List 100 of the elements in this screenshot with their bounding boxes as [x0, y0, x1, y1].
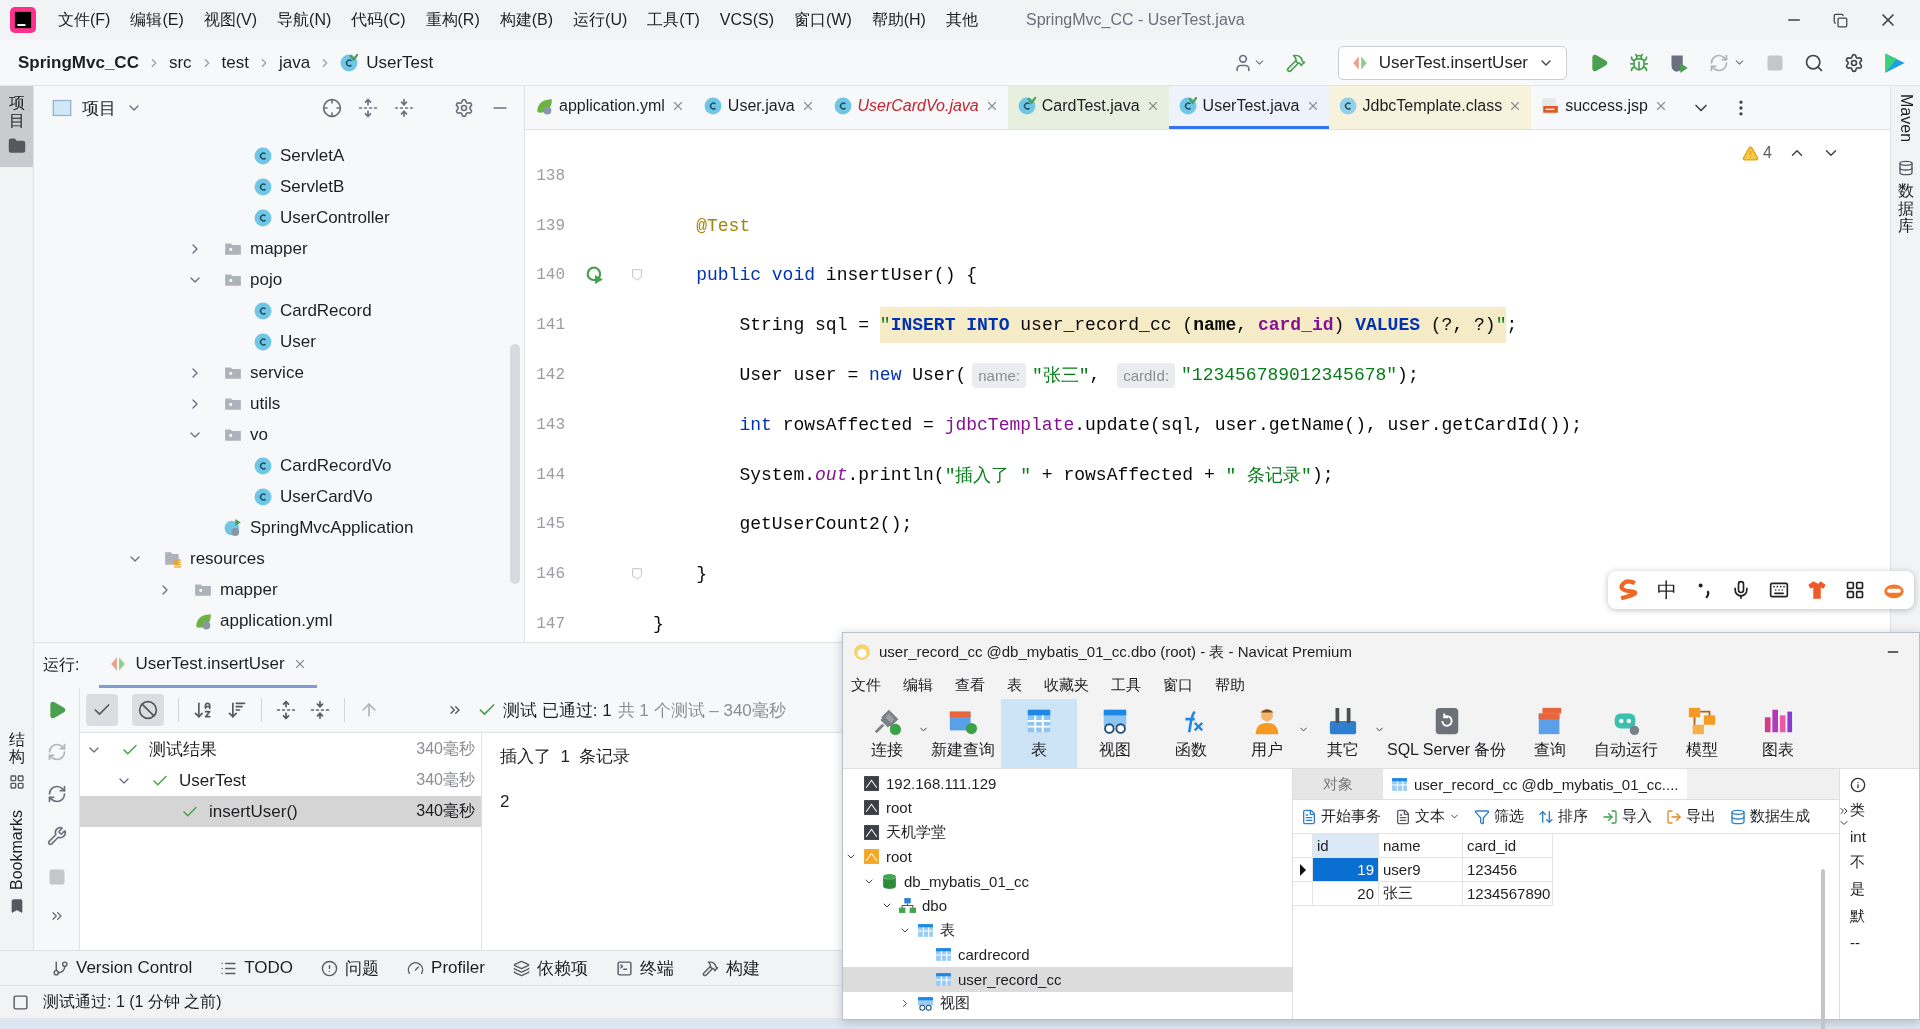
toolbar-button[interactable]: 新建查询 [925, 699, 1001, 768]
menu-item[interactable]: 表 [1001, 675, 1038, 695]
tree-item[interactable]: utils [250, 393, 281, 414]
table-tool-button[interactable]: 导出 [1666, 807, 1716, 826]
table-tool-button[interactable]: 筛选 [1474, 807, 1524, 826]
tree-item[interactable]: ServletA [280, 145, 345, 166]
menu-item[interactable]: 帮助 [1209, 675, 1261, 695]
tree-row[interactable]: 表 [843, 918, 1292, 943]
show-ignored-button[interactable] [132, 694, 164, 726]
tree-row[interactable]: user_record_cc [843, 967, 1292, 992]
tool-tab[interactable]: 依赖项 [512, 956, 588, 980]
tree-item[interactable]: root [886, 848, 912, 866]
panel-title[interactable]: 项目 [82, 96, 116, 120]
tool-window-button[interactable]: Bookmarks [0, 801, 33, 926]
tool-window-button[interactable]: 项目 [0, 86, 33, 168]
toolbar-button[interactable]: 视图 [1077, 699, 1153, 768]
menu-item[interactable]: 运行(U) [563, 9, 638, 31]
test-row[interactable]: insertUser() 340毫秒 [80, 796, 481, 827]
tree-row[interactable]: db_mybatis_01_cc [843, 869, 1292, 894]
tree-item[interactable]: 视图 [940, 994, 970, 1014]
tree-item[interactable]: 表 [940, 920, 955, 940]
menu-item[interactable]: 文件 [845, 675, 897, 695]
tree-item[interactable]: pojo [250, 269, 283, 290]
object-tab[interactable]: user_record_cc @db_mybatis_01_cc.... [1383, 769, 1687, 799]
tool-window-button[interactable]: 数据库 [1897, 160, 1914, 235]
tool-tab[interactable]: TODO [220, 958, 294, 978]
tree-item[interactable]: CardRecordVo [280, 455, 392, 476]
settings-icon[interactable] [454, 98, 474, 118]
keyboard-icon[interactable] [1769, 580, 1789, 600]
menu-item[interactable]: VCS(S) [709, 11, 784, 29]
tree-item[interactable]: UserController [280, 207, 390, 228]
menu-item[interactable]: 收藏夹 [1038, 675, 1105, 695]
toolbar-button[interactable]: 图表 [1740, 699, 1817, 768]
tool-tab[interactable]: 终端 [615, 956, 674, 980]
object-tab[interactable]: 对象 [1293, 769, 1383, 799]
test-row[interactable]: 测试结果 340毫秒 [80, 734, 481, 765]
tool-tab[interactable]: Version Control [52, 958, 193, 978]
column-header[interactable]: id [1313, 834, 1379, 858]
show-passed-button[interactable] [86, 694, 118, 726]
table-tool-button[interactable]: 开始事务 [1301, 807, 1381, 826]
locate-icon[interactable] [322, 98, 342, 118]
tree-row[interactable]: 192.168.111.129 [843, 771, 1292, 796]
breadcrumb-item[interactable]: java [279, 52, 311, 73]
tree-item[interactable]: dbo [922, 897, 948, 915]
tool-window-button[interactable]: Maven [1896, 94, 1915, 143]
table-cell[interactable]: 20 [1313, 882, 1379, 906]
menu-item[interactable]: 工具 [1105, 675, 1157, 695]
menu-item[interactable]: 帮助(H) [861, 9, 936, 31]
editor-tab[interactable]: CardTest.java [1007, 86, 1169, 129]
menu-item[interactable]: 查看 [949, 675, 1001, 695]
tree-item[interactable]: cardrecord [958, 946, 1030, 964]
tree-item[interactable]: UserCardVo [280, 486, 373, 507]
menu-item[interactable]: 代码(C) [341, 9, 416, 31]
plugin-logo-icon[interactable] [1884, 51, 1906, 74]
input-mode[interactable]: 中 [1657, 576, 1677, 604]
run-tab[interactable]: UserTest.insertUser [99, 643, 317, 688]
tree-item[interactable]: CardRecord [280, 300, 372, 321]
info-icon[interactable] [1850, 777, 1866, 793]
expand-all-icon[interactable] [276, 700, 296, 720]
tree-item[interactable]: mapper [220, 579, 278, 600]
tree-row[interactable]: root [843, 844, 1292, 869]
menu-item[interactable]: 视图(V) [193, 9, 268, 31]
editor-tab[interactable]: UserTest.java [1168, 86, 1329, 129]
tree-item[interactable]: application.yml [220, 610, 333, 631]
shirt-icon[interactable] [1807, 580, 1827, 600]
breadcrumb-item[interactable]: src [168, 52, 192, 73]
table-cell[interactable]: user9 [1379, 858, 1463, 882]
run-test-icon[interactable] [586, 266, 604, 285]
menu-item[interactable]: 导航(N) [267, 9, 342, 31]
grid-icon[interactable] [1845, 580, 1865, 600]
menu-item[interactable]: 窗口(W) [783, 9, 862, 31]
tree-item[interactable]: mapper [250, 238, 308, 259]
sort-by-duration-icon[interactable] [227, 700, 247, 720]
editor-tab[interactable]: success.jsp [1531, 86, 1677, 129]
toggle-autotest-icon[interactable] [46, 784, 67, 804]
tree-item[interactable]: 192.168.111.129 [886, 774, 997, 792]
editor-tab[interactable]: User.java [693, 86, 824, 129]
breadcrumb-item[interactable]: test [221, 52, 249, 73]
expand-all-icon[interactable] [358, 98, 378, 118]
menu-item[interactable]: 重构(R) [415, 9, 490, 31]
tree-item[interactable]: user_record_cc [958, 970, 1062, 988]
table-tool-button[interactable]: 排序 [1538, 807, 1588, 826]
editor-tab[interactable]: application.yml [525, 86, 694, 129]
toolbar-button[interactable]: 自动运行 [1588, 699, 1665, 768]
tool-tab[interactable]: Profiler [407, 958, 485, 978]
tree-row[interactable]: cardrecord [843, 942, 1292, 967]
panel-toggle-icon[interactable] [12, 993, 29, 1011]
menu-item[interactable]: 窗口 [1157, 675, 1209, 695]
warning-count[interactable]: 4 [1742, 144, 1772, 162]
menu-item[interactable]: 文件(F) [48, 9, 121, 31]
column-header[interactable]: card_id [1463, 834, 1553, 858]
tree-item[interactable]: SpringMvcApplication [250, 517, 414, 538]
editor-tab[interactable]: JdbcTemplate.class [1328, 86, 1532, 129]
table-cell[interactable]: 123456 [1463, 858, 1553, 882]
toolbar-button[interactable]: 用户 [1229, 699, 1305, 768]
toolbar-button[interactable]: 模型 [1664, 699, 1741, 768]
toolbar-button[interactable]: 函数 [1153, 699, 1229, 768]
toolbar-button[interactable]: 其它 [1305, 699, 1381, 768]
fold-marker-icon[interactable] [630, 268, 644, 283]
toolbar-button[interactable]: SQL Server 备份 [1381, 699, 1513, 768]
